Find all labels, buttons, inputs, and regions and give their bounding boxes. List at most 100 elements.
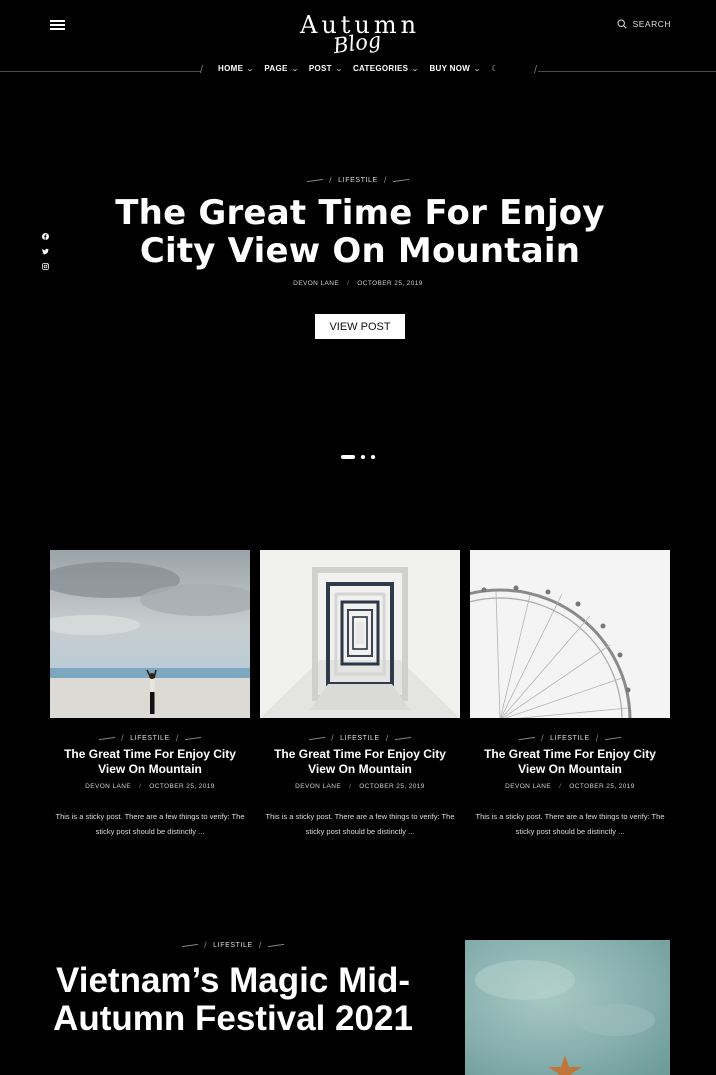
chevron-down-icon: ⌄	[334, 65, 343, 73]
nav-item-label: HOME	[218, 64, 244, 73]
nav-item-label: BUY NOW	[429, 64, 471, 73]
search-icon	[617, 19, 627, 29]
nav-item-label: CATEGORIES	[352, 64, 409, 73]
meta-separator: /	[349, 783, 352, 790]
card-category: / LIFESTILE /	[470, 733, 670, 743]
meta-separator: /	[347, 280, 350, 287]
main-nav: HOME ⌄ PAGE ⌄ POST ⌄ CATEGORIES ⌄ BUY NO…	[218, 64, 499, 73]
kicker-dash	[519, 736, 536, 740]
card-author[interactable]: DEVON LANE	[505, 783, 551, 790]
dark-mode-toggle-icon[interactable]: ☾	[491, 64, 498, 73]
instagram-icon[interactable]	[41, 263, 49, 273]
kicker-dash	[604, 736, 621, 740]
hero-meta: DEVON LANE / OCTOBER 25, 2019	[208, 280, 508, 287]
site-logo[interactable]: Autumn Blog	[300, 12, 420, 60]
kicker-slash: /	[595, 733, 599, 743]
card-category-label[interactable]: LIFESTILE	[340, 735, 380, 742]
feature-title[interactable]: Vietnam’s Magic Mid-Autumn Festival 2021	[40, 962, 426, 1038]
kicker-slash: /	[204, 940, 208, 950]
nav-item-label: POST	[308, 64, 332, 73]
post-card: / LIFESTILE / The Great Time For Enjoy C…	[260, 550, 460, 836]
kicker-slash: /	[258, 940, 262, 950]
hero-category-label[interactable]: LIFESTILE	[338, 177, 378, 184]
social-links	[41, 233, 49, 273]
card-author[interactable]: DEVON LANE	[85, 783, 131, 790]
feature-category: / LIFESTILE /	[133, 940, 333, 950]
nav-item-home[interactable]: HOME ⌄	[218, 64, 255, 73]
feature-image-starfish[interactable]	[465, 940, 670, 1075]
card-excerpt: This is a sticky post. There are a few t…	[265, 812, 455, 836]
hero-title-line-1: The Great Time For Enjoy	[115, 193, 605, 233]
slider-pagination	[341, 455, 375, 459]
card-meta: DEVON LANE / OCTOBER 25, 2019	[50, 783, 250, 790]
facebook-icon[interactable]	[41, 233, 49, 243]
kicker-slash: /	[175, 733, 179, 743]
card-meta: DEVON LANE / OCTOBER 25, 2019	[260, 783, 460, 790]
post-card-image-corridor[interactable]	[260, 550, 460, 718]
meta-separator: /	[139, 783, 142, 790]
twitter-icon[interactable]	[41, 248, 49, 258]
nav-item-buy-now[interactable]: BUY NOW ⌄	[429, 64, 480, 73]
card-date: OCTOBER 25, 2019	[569, 783, 635, 790]
slider-dot-1[interactable]	[341, 455, 355, 459]
chevron-down-icon: ⌄	[411, 65, 420, 73]
search-button[interactable]: SEARCH	[617, 19, 671, 29]
kicker-dash	[309, 736, 326, 740]
card-excerpt: This is a sticky post. There are a few t…	[475, 812, 665, 836]
hero-title-line-2: City View On Mountain	[139, 231, 581, 271]
feature-category-label[interactable]: LIFESTILE	[213, 942, 253, 949]
kicker-dash	[307, 178, 324, 182]
kicker-slash: /	[121, 733, 125, 743]
post-card: / LIFESTILE / The Great Time For Enjoy C…	[470, 550, 670, 836]
post-card-image-ferris-wheel[interactable]	[470, 550, 670, 718]
logo-script-text: Blog	[331, 27, 383, 59]
hero-category: / LIFESTILE /	[258, 175, 458, 185]
card-meta: DEVON LANE / OCTOBER 25, 2019	[470, 783, 670, 790]
hero-title[interactable]: The Great Time For Enjoy City View On Mo…	[60, 194, 660, 270]
nav-slash-left: /	[200, 64, 204, 76]
chevron-down-icon: ⌄	[246, 65, 255, 73]
view-post-button[interactable]: VIEW POST	[315, 314, 405, 339]
search-label: SEARCH	[632, 19, 671, 29]
kicker-slash: /	[329, 175, 333, 185]
nav-divider-right	[538, 71, 716, 72]
nav-item-post[interactable]: POST ⌄	[308, 64, 343, 73]
kicker-slash: /	[331, 733, 335, 743]
hero-date: OCTOBER 25, 2019	[357, 280, 423, 287]
kicker-dash	[392, 178, 409, 182]
kicker-dash	[182, 943, 199, 947]
hero-author[interactable]: DEVON LANE	[293, 280, 339, 287]
nav-item-page[interactable]: PAGE ⌄	[264, 64, 299, 73]
post-card-image-beach[interactable]	[50, 550, 250, 718]
card-category: / LIFESTILE /	[260, 733, 460, 743]
card-title[interactable]: The Great Time For Enjoy City View On Mo…	[470, 747, 670, 777]
kicker-dash	[267, 943, 284, 947]
kicker-dash	[99, 736, 116, 740]
card-date: OCTOBER 25, 2019	[359, 783, 425, 790]
nav-item-categories[interactable]: CATEGORIES ⌄	[352, 64, 420, 73]
nav-divider-left	[0, 71, 201, 72]
page: Autumn Blog SEARCH / / HOME ⌄ PAGE ⌄ POS…	[0, 0, 716, 1075]
hamburger-menu-icon[interactable]	[50, 19, 66, 31]
card-category: / LIFESTILE /	[50, 733, 250, 743]
kicker-dash	[394, 736, 411, 740]
chevron-down-icon: ⌄	[290, 65, 299, 73]
meta-separator: /	[559, 783, 562, 790]
slider-dot-2[interactable]	[361, 455, 365, 459]
card-author[interactable]: DEVON LANE	[295, 783, 341, 790]
chevron-down-icon: ⌄	[473, 65, 482, 73]
card-date: OCTOBER 25, 2019	[149, 783, 215, 790]
site-header: Autumn Blog SEARCH / / HOME ⌄ PAGE ⌄ POS…	[0, 0, 716, 76]
nav-item-label: PAGE	[264, 64, 288, 73]
card-excerpt: This is a sticky post. There are a few t…	[55, 812, 245, 836]
kicker-dash	[184, 736, 201, 740]
card-category-label[interactable]: LIFESTILE	[130, 735, 170, 742]
kicker-slash: /	[385, 733, 389, 743]
slider-dot-3[interactable]	[371, 455, 375, 459]
card-title[interactable]: The Great Time For Enjoy City View On Mo…	[50, 747, 250, 777]
nav-slash-right: /	[534, 64, 538, 76]
card-title[interactable]: The Great Time For Enjoy City View On Mo…	[260, 747, 460, 777]
post-card: / LIFESTILE / The Great Time For Enjoy C…	[50, 550, 250, 836]
kicker-slash: /	[383, 175, 387, 185]
card-category-label[interactable]: LIFESTILE	[550, 735, 590, 742]
